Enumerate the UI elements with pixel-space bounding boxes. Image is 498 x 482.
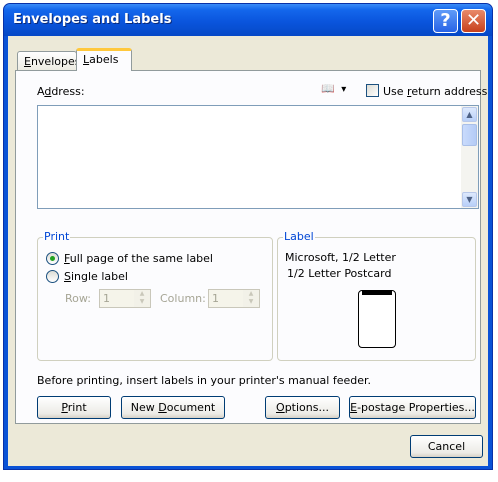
column-label: Column: — [160, 292, 206, 305]
epostage-properties-button[interactable]: E-postage Properties... — [349, 396, 476, 419]
full-page-radio[interactable] — [46, 252, 59, 265]
scroll-up-icon: ▲ — [466, 110, 473, 119]
scroll-up-button[interactable]: ▲ — [462, 107, 477, 122]
scroll-down-button[interactable]: ▼ — [462, 192, 477, 207]
address-scrollbar[interactable]: ▲ ▼ — [461, 106, 478, 208]
dialog-window: Envelopes and Labels ? ✕ Envelopes Label… — [3, 3, 493, 470]
dialog-title: Envelopes and Labels — [13, 12, 172, 27]
column-spinner: 1 ▲ ▼ — [208, 289, 260, 308]
dialog-client: Envelopes Labels Address: 📖 ▾ Use return… — [8, 36, 488, 466]
label-vendor: Microsoft, 1/2 Letter — [285, 251, 396, 264]
label-preview-image[interactable] — [358, 290, 396, 348]
use-return-address-checkbox[interactable] — [366, 84, 379, 97]
row-label: Row: — [65, 292, 91, 305]
single-label-label[interactable]: Single label — [64, 270, 128, 283]
print-group-title: Print — [43, 230, 71, 243]
options-button[interactable]: Options... — [265, 396, 340, 419]
row-value: 1 — [103, 292, 110, 305]
label-group[interactable]: Label Microsoft, 1/2 Letter 1/2 Letter P… — [277, 230, 476, 361]
column-spin-buttons: ▲ ▼ — [243, 290, 259, 307]
close-icon: ✕ — [465, 10, 482, 31]
row-spinner: 1 ▲ ▼ — [99, 289, 151, 308]
full-page-label[interactable]: Full page of the same label — [64, 252, 213, 265]
address-textbox[interactable]: ▲ ▼ — [37, 105, 479, 209]
new-document-button[interactable]: New Document — [121, 396, 225, 419]
title-bar[interactable]: Envelopes and Labels ? ✕ — [4, 4, 492, 36]
scroll-thumb[interactable] — [462, 124, 477, 146]
print-button[interactable]: Print — [37, 396, 111, 419]
cancel-button[interactable]: Cancel — [410, 435, 483, 458]
address-book-icon: 📖 — [321, 82, 335, 95]
tab-envelopes[interactable]: Envelopes — [17, 51, 80, 71]
use-return-address-label[interactable]: Use return address — [383, 85, 487, 98]
row-spin-buttons: ▲ ▼ — [134, 290, 150, 307]
help-icon: ? — [440, 10, 451, 31]
help-button[interactable]: ? — [433, 9, 458, 33]
single-label-radio[interactable] — [46, 270, 59, 283]
label-group-title: Label — [283, 230, 315, 243]
instruction-text: Before printing, insert labels in your p… — [37, 374, 372, 387]
labels-tab-panel: Address: 📖 ▾ Use return address ▲ ▼ Prin… — [15, 70, 487, 424]
address-book-button[interactable]: 📖 ▾ — [321, 82, 353, 100]
label-product: 1/2 Letter Postcard — [287, 267, 392, 280]
print-group: Print Full page of the same label Single… — [37, 230, 273, 361]
address-label: Address: — [37, 85, 85, 98]
chevron-down-icon: ▾ — [341, 84, 347, 95]
column-value: 1 — [212, 292, 219, 305]
scroll-down-icon: ▼ — [466, 195, 473, 204]
tab-labels[interactable]: Labels — [76, 48, 132, 73]
close-button[interactable]: ✕ — [461, 9, 486, 33]
